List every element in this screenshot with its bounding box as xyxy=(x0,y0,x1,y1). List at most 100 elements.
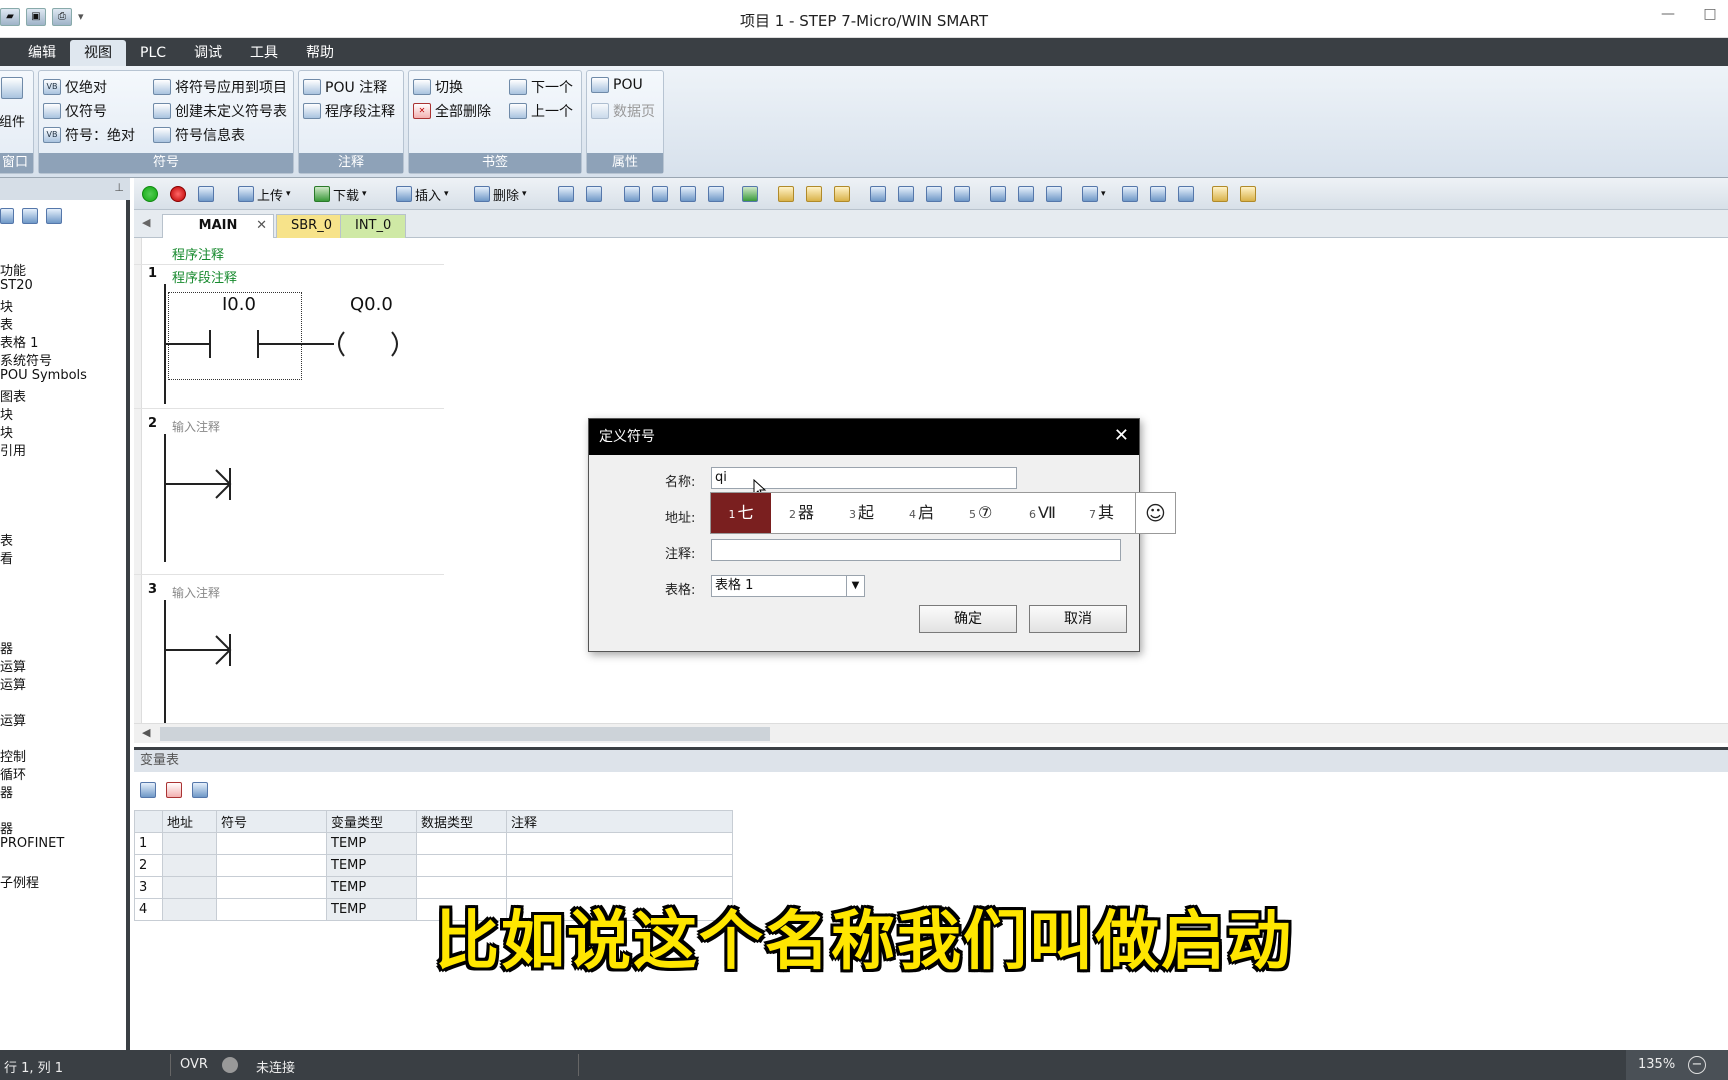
menu-debug[interactable]: 调试 xyxy=(180,40,236,66)
ok-button[interactable]: 确定 xyxy=(919,605,1017,633)
tree-item[interactable]: 运算 xyxy=(0,674,26,693)
minimize-icon[interactable]: — xyxy=(1656,6,1680,26)
tree-item[interactable]: 循环 xyxy=(0,764,26,783)
tree-item[interactable]: 引用 xyxy=(0,440,26,459)
tree-item[interactable]: 控制 xyxy=(0,746,26,765)
refresh-icon[interactable] xyxy=(192,782,208,798)
column-header[interactable]: 数据类型 xyxy=(416,810,507,833)
address-cell[interactable] xyxy=(162,832,217,855)
network-comment-button[interactable]: 程序段注释 xyxy=(303,101,395,121)
monitor-icon[interactable] xyxy=(558,185,574,203)
data-type-cell[interactable] xyxy=(416,832,507,855)
pin-icon[interactable]: ⊥ xyxy=(114,181,124,194)
column-header[interactable]: 注释 xyxy=(506,810,733,833)
tree-item[interactable]: 块 xyxy=(0,422,13,441)
tree-item[interactable]: 运算 xyxy=(0,710,26,729)
component-button[interactable]: 组件 xyxy=(0,111,25,130)
absolute-only-button[interactable]: VB 仅绝对 xyxy=(43,77,107,97)
tab-sbr[interactable]: SBR_0 xyxy=(276,214,347,238)
unlock-icon[interactable] xyxy=(834,185,850,203)
ime-candidate[interactable]: 3起 xyxy=(849,493,874,533)
component-icon[interactable] xyxy=(1,77,23,99)
cancel-button[interactable]: 取消 xyxy=(1029,605,1127,633)
zoom-out-icon[interactable]: − xyxy=(1688,1056,1706,1074)
column-header[interactable]: 变量类型 xyxy=(326,810,417,833)
ime-candidate[interactable]: 6Ⅶ xyxy=(1029,493,1056,533)
toolbar-icon[interactable] xyxy=(652,185,668,203)
tree-item[interactable]: 功能 xyxy=(0,260,26,279)
data-type-cell[interactable] xyxy=(416,854,507,877)
ime-candidate[interactable]: 7其 xyxy=(1089,493,1114,533)
emoji-icon[interactable]: ☺ xyxy=(1145,493,1166,533)
menu-tools[interactable]: 工具 xyxy=(236,40,292,66)
tree-item[interactable]: ST20 xyxy=(0,278,33,293)
delete-all-bookmarks-button[interactable]: ✕ 全部删除 xyxy=(413,101,491,121)
tag-icon[interactable]: ▾ xyxy=(1082,185,1106,203)
tab-scroll-left-icon[interactable]: ◀ xyxy=(142,216,150,229)
tree-item[interactable]: 看 xyxy=(0,548,13,567)
chevron-down-icon[interactable]: ▼ xyxy=(846,576,864,596)
network-comment[interactable]: 输入注释 xyxy=(172,584,220,601)
tree-item[interactable]: 块 xyxy=(0,296,13,315)
upload-button[interactable]: 上传 ▾ xyxy=(238,185,291,204)
ime-candidate[interactable]: 2器 xyxy=(789,493,814,533)
tree-item[interactable]: 表格 1 xyxy=(0,332,38,351)
column-header[interactable]: 地址 xyxy=(162,810,217,833)
tree-item[interactable]: 子例程 xyxy=(0,872,39,891)
data-page-button[interactable]: 数据页 xyxy=(591,101,655,121)
tree-item[interactable]: 器 xyxy=(0,782,13,801)
delete-row-icon[interactable] xyxy=(166,782,182,798)
lock-icon[interactable] xyxy=(778,185,794,203)
edit-icon[interactable] xyxy=(1178,185,1194,203)
edit-icon[interactable] xyxy=(1150,185,1166,203)
pou-comment-button[interactable]: POU 注释 xyxy=(303,77,387,97)
maximize-icon[interactable]: □ xyxy=(1698,6,1722,26)
lock-icon[interactable] xyxy=(806,185,822,203)
line-up-icon[interactable] xyxy=(926,185,942,203)
delete-button[interactable]: 删除 ▾ xyxy=(474,185,527,204)
tree-item[interactable]: 器 xyxy=(0,638,13,657)
network-comment[interactable]: 程序段注释 xyxy=(172,267,237,286)
menu-edit[interactable]: 编辑 xyxy=(14,40,70,66)
line-right-icon[interactable] xyxy=(954,185,970,203)
toolbar-icon[interactable] xyxy=(708,185,724,203)
table-icon[interactable] xyxy=(1122,185,1138,203)
close-icon[interactable]: ✕ xyxy=(1114,425,1129,446)
menu-view[interactable]: 视图 xyxy=(70,40,126,66)
tree-item[interactable]: 图表 xyxy=(0,386,26,405)
line-down-icon[interactable] xyxy=(898,185,914,203)
menu-help[interactable]: 帮助 xyxy=(292,40,348,66)
tree-item[interactable]: POU Symbols xyxy=(0,368,87,383)
tree-item[interactable]: 块 xyxy=(0,404,13,423)
comment-cell[interactable] xyxy=(506,854,733,877)
tab-int[interactable]: INT_0 xyxy=(340,214,407,238)
apply-symbols-button[interactable]: 将符号应用到项目 xyxy=(153,77,287,97)
comment-field[interactable] xyxy=(711,539,1121,561)
table-row[interactable]: 1 TEMP xyxy=(134,832,733,855)
tree-item[interactable]: 表 xyxy=(0,530,13,549)
pause-monitor-icon[interactable] xyxy=(586,185,602,203)
comment-cell[interactable] xyxy=(506,832,733,855)
toolbar-icon[interactable] xyxy=(680,185,696,203)
insert-button[interactable]: 插入 ▾ xyxy=(396,185,449,204)
column-header[interactable]: 符号 xyxy=(216,810,327,833)
tree-item[interactable]: 运算 xyxy=(0,656,26,675)
symbol-absolute-button[interactable]: VB 符号：绝对 xyxy=(43,125,135,145)
branch-icon[interactable] xyxy=(870,185,886,203)
pou-property-button[interactable]: POU xyxy=(591,77,643,93)
tree-item[interactable]: PROFINET xyxy=(0,836,64,851)
symbol-cell[interactable] xyxy=(216,832,327,855)
tree-item[interactable]: 表 xyxy=(0,314,13,333)
compile-icon[interactable] xyxy=(198,185,214,203)
scroll-left-icon[interactable]: ◀ xyxy=(142,726,150,739)
close-tab-icon[interactable]: ✕ xyxy=(256,215,267,237)
tree-view-icon[interactable] xyxy=(0,208,14,224)
stop-icon[interactable] xyxy=(170,185,186,203)
tree-props-icon[interactable] xyxy=(22,208,38,224)
doc-icon[interactable] xyxy=(1240,185,1256,203)
key-icon[interactable] xyxy=(1212,185,1228,203)
run-icon[interactable] xyxy=(142,185,158,203)
symbol-info-table-button[interactable]: 符号信息表 xyxy=(153,125,245,145)
contact-icon[interactable] xyxy=(990,185,1006,203)
table-select[interactable]: 表格 1 ▼ xyxy=(711,575,865,597)
